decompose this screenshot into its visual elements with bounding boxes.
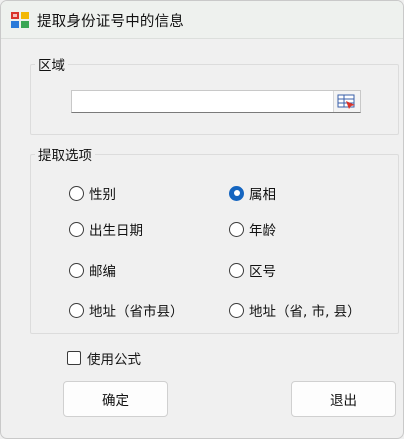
- radio-address-separated-label: 地址（省, 市, 县）: [249, 304, 361, 320]
- radio-zodiac[interactable]: 属相: [229, 183, 276, 203]
- window-title: 提取身份证号中的信息: [37, 14, 184, 30]
- use-formula-label: 使用公式: [87, 352, 141, 368]
- range-select-icon: [337, 94, 355, 109]
- radio-areacode-label: 区号: [249, 264, 276, 280]
- use-formula-box[interactable]: [67, 351, 81, 365]
- dialog-window: 提取身份证号中的信息 区域 提取选项 性别 属相 出生日期 年龄 邮编 区号 地…: [0, 0, 404, 439]
- region-group-legend: 区域: [35, 54, 68, 74]
- radio-gender-label: 性别: [89, 187, 116, 203]
- app-grid-icon: [11, 12, 29, 28]
- radio-zodiac-dot[interactable]: [229, 185, 244, 201]
- radio-birthdate-label: 出生日期: [89, 223, 143, 239]
- radio-age-dot[interactable]: [229, 221, 244, 237]
- radio-areacode[interactable]: 区号: [229, 260, 276, 280]
- radio-address-separated-dot[interactable]: [229, 302, 244, 318]
- radio-birthdate[interactable]: 出生日期: [69, 219, 143, 239]
- radio-postcode-label: 邮编: [89, 264, 116, 280]
- options-group-legend: 提取选项: [35, 144, 95, 164]
- radio-postcode-dot[interactable]: [69, 262, 84, 278]
- radio-address-compact-dot[interactable]: [69, 302, 84, 318]
- region-input[interactable]: [71, 90, 361, 113]
- title-bar[interactable]: 提取身份证号中的信息: [1, 1, 403, 39]
- radio-gender-dot[interactable]: [69, 185, 84, 201]
- radio-age-label: 年龄: [249, 223, 276, 239]
- radio-postcode[interactable]: 邮编: [69, 260, 116, 280]
- range-select-button[interactable]: [333, 91, 360, 112]
- radio-zodiac-label: 属相: [249, 187, 276, 203]
- radio-address-compact[interactable]: 地址（省市县）: [69, 300, 184, 320]
- ok-button[interactable]: 确定: [63, 381, 168, 417]
- radio-areacode-dot[interactable]: [229, 262, 244, 278]
- use-formula-checkbox[interactable]: 使用公式: [67, 348, 141, 368]
- exit-button[interactable]: 退出: [291, 381, 396, 417]
- radio-gender[interactable]: 性别: [69, 183, 116, 203]
- radio-birthdate-dot[interactable]: [69, 221, 84, 237]
- radio-address-compact-label: 地址（省市县）: [89, 304, 184, 320]
- radio-age[interactable]: 年龄: [229, 219, 276, 239]
- radio-address-separated[interactable]: 地址（省, 市, 县）: [229, 300, 361, 320]
